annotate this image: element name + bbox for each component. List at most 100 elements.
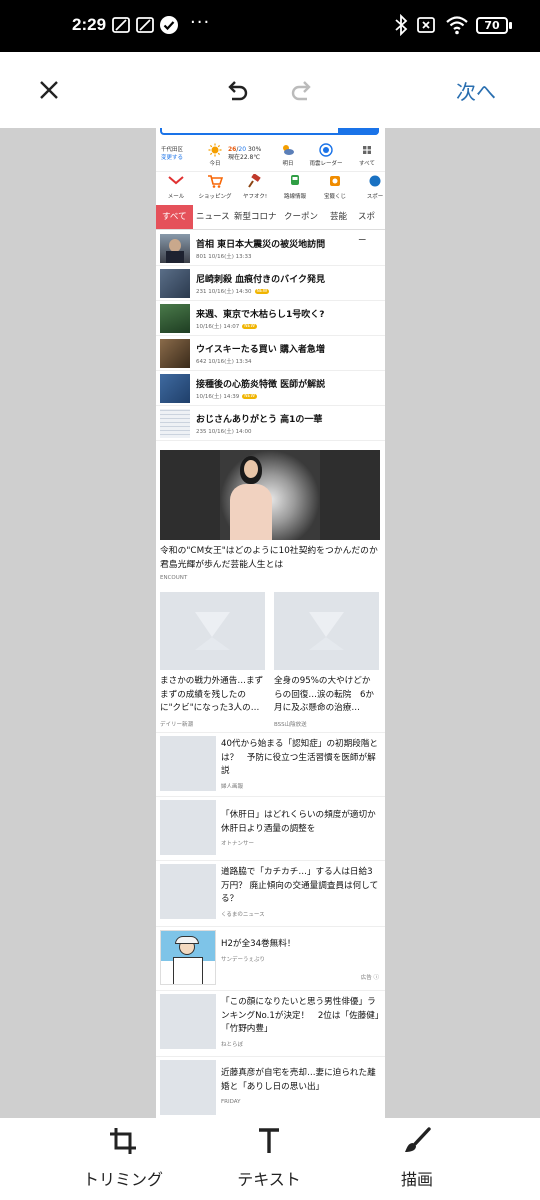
list-title-text: 近藤真彦が自宅を売却…妻に迫られた離婚と「ありし日の思い出」 — [221, 1068, 376, 1092]
card-source: デイリー新潮 — [160, 721, 194, 728]
grid-icon — [363, 146, 371, 154]
today-label: 今日 — [209, 161, 221, 167]
crop-button[interactable]: トリミング — [68, 1126, 178, 1190]
text-icon — [259, 1128, 279, 1153]
text-button[interactable]: テキスト — [214, 1126, 324, 1190]
temp-high: 26 — [228, 146, 237, 153]
more-notifications: ··· — [190, 12, 211, 33]
notification-icon — [112, 17, 130, 33]
mail-icon — [168, 176, 184, 185]
edit-tools-bar: トリミング テキスト 描画 — [0, 1118, 540, 1200]
cloud-sun-icon — [283, 145, 294, 155]
placeholder-image — [160, 864, 216, 919]
list-title: 「この顔になりたいと思う男性俳優」ランキングNo.1が決定！ 2位は「佐藤健」「… — [221, 996, 381, 1052]
news-title: 来週、東京で木枯らし1号吹く? — [196, 310, 325, 320]
next-button[interactable]: 次へ — [456, 76, 496, 105]
undo-button[interactable] — [219, 72, 255, 108]
service-label: ショッピング — [198, 194, 232, 200]
list-source: ねとらぼ — [221, 1041, 244, 1048]
news-meta: 642 10/16(土) 13:34 — [196, 357, 252, 365]
today-temps: 26/20 30% 現在22.8℃ — [228, 146, 262, 161]
manga-thumbnail — [160, 930, 216, 985]
service-shopping: ショッピング — [196, 174, 234, 200]
location-name: 千代田区 — [161, 147, 184, 153]
news-row: ウイスキーたる買い 購入者急増 642 10/16(土) 13:34 — [156, 336, 385, 371]
draw-button[interactable]: 描画 — [362, 1126, 472, 1190]
news-thumbnail — [160, 304, 190, 333]
card-title: 全身の95%の大やけどからの回復…涙の転院 6か月に及ぶ懸命の治療… — [274, 676, 374, 713]
news-meta: 231 10/16(土) 14:30 NEW — [196, 287, 270, 295]
weather-location: 千代田区 変更する — [161, 146, 183, 162]
list-title-text: 40代から始まる「認知症」の初期段階とは？ 予防に役立つ生活習慣を医師が解説 — [221, 739, 379, 776]
news-thumbnail — [160, 409, 190, 438]
list-title-text: 道路脇で「カチカチ…」する人は日給3万円？ 廃止傾向の交通量調査員は何してる？ — [221, 867, 379, 904]
news-thumbnail — [160, 269, 190, 298]
search-button — [338, 128, 379, 135]
battery-icon: 70 — [476, 17, 508, 34]
weather-bar: 千代田区変更する 今日 26/20 30% 現在22.8℃ 明日 雨雲レーダー す… — [156, 142, 385, 168]
undo-icon — [228, 81, 248, 101]
placeholder-image — [274, 592, 379, 670]
change-location-link: 変更する — [161, 155, 184, 161]
news-meta-text: 10/16(土) 14:39 — [196, 394, 240, 400]
redo-button[interactable] — [284, 72, 320, 108]
service-lottery: 宝籤くじ — [316, 174, 354, 200]
rain-radar: 雨雲レーダー — [306, 143, 346, 167]
redo-icon — [291, 81, 311, 101]
radar-label: 雨雲レーダー — [309, 161, 343, 167]
news-title: 首相 東日本大震災の被災地訪問 — [196, 240, 326, 250]
editor-toolbar: 次へ — [0, 52, 540, 128]
service-label: メール — [167, 194, 185, 200]
service-label: 宝籤くじ — [323, 194, 346, 200]
crop-icon — [110, 1128, 136, 1154]
list-title: 「休肝日」はどれくらいの頻度が適切か 休肝日より酒量の調整を オトナンサー — [221, 809, 384, 852]
wifi-icon — [446, 16, 468, 35]
sports-icon — [369, 175, 381, 187]
news-title: ウイスキーたる買い 購入者急増 — [196, 345, 325, 355]
list-item: 「休肝日」はどれくらいの頻度が適切か 休肝日より酒量の調整を オトナンサー — [156, 796, 385, 860]
tab-sports: スポー — [358, 212, 376, 246]
list-source: オトナンサー — [221, 841, 255, 847]
news-title: おじさんありがとう 高1の一華 — [196, 415, 323, 425]
placeholder-icon — [309, 612, 344, 650]
placeholder-image — [160, 592, 265, 670]
hero-image — [160, 450, 380, 540]
news-meta-text: 642 10/16(土) 13:34 — [196, 359, 252, 365]
tab-all: すべて — [156, 205, 193, 229]
list-item: 道路脇で「カチカチ…」する人は日給3万円？ 廃止傾向の交通量調査員は何してる？ く… — [156, 860, 385, 926]
article-card: 全身の95%の大やけどからの回復…涙の転院 6か月に及ぶ懸命の治療… BSS山陰… — [274, 592, 379, 728]
list-item-ad: H2が全34巻無料！ サンデーうぇぶり 広告 ⓘ — [156, 926, 385, 990]
placeholder-image — [160, 994, 216, 1049]
article-card: まさかの戦力外通告…まずまずの成績を残したのに"クビ"になった3人の… デイリー… — [160, 592, 265, 728]
train-icon — [291, 175, 299, 185]
close-button[interactable] — [31, 72, 67, 108]
service-label: スポー — [366, 194, 384, 200]
all-label: すべて — [359, 161, 375, 167]
list-title: 道路脇で「カチカチ…」する人は日給3万円？ 廃止傾向の交通量調査員は何してる？ く… — [221, 866, 381, 922]
radar-icon — [319, 143, 333, 157]
service-transit: 路線情報 — [276, 174, 314, 200]
weather-tomorrow: 明日 — [276, 143, 300, 167]
hero-title: 令和の"CM女王"はどのように10社契約をつかんだのか 君島光輝が歩んだ芸能人生… — [160, 546, 385, 570]
news-thumbnail — [160, 234, 190, 263]
news-thumbnail — [160, 339, 190, 368]
check-circle-icon — [160, 16, 178, 34]
screenshot-preview: 千代田区変更する 今日 26/20 30% 現在22.8℃ 明日 雨雲レーダー す… — [156, 128, 385, 1118]
news-row: 尼崎刺殺 血痕付きのバイク発見 231 10/16(土) 14:30 NEW — [156, 266, 385, 301]
news-row: 接種後の心筋炎特徴 医師が解説 10/16(土) 14:39 NEW — [156, 371, 385, 406]
bluetooth-icon — [395, 14, 408, 36]
gavel-icon — [248, 173, 261, 188]
tomorrow-label: 明日 — [282, 161, 294, 167]
news-meta: 10/16(土) 14:39 NEW — [196, 392, 257, 400]
text-label: テキスト — [237, 1170, 301, 1189]
sim-off-icon — [417, 17, 435, 33]
list-title: H2が全34巻無料！ サンデーうぇぶり — [221, 938, 381, 967]
list-item: 近藤真彦が自宅を売却…妻に迫られた離婚と「ありし日の思い出」 FRIDAY — [156, 1056, 385, 1118]
rain-chance: 30% — [247, 146, 262, 153]
service-mail: メール — [157, 174, 195, 200]
tab-coupon: クーポン — [284, 212, 319, 222]
list-source: 婦人画報 — [221, 783, 244, 790]
new-badge: NEW — [242, 324, 257, 329]
sun-icon — [208, 143, 222, 157]
cart-icon — [208, 175, 224, 188]
